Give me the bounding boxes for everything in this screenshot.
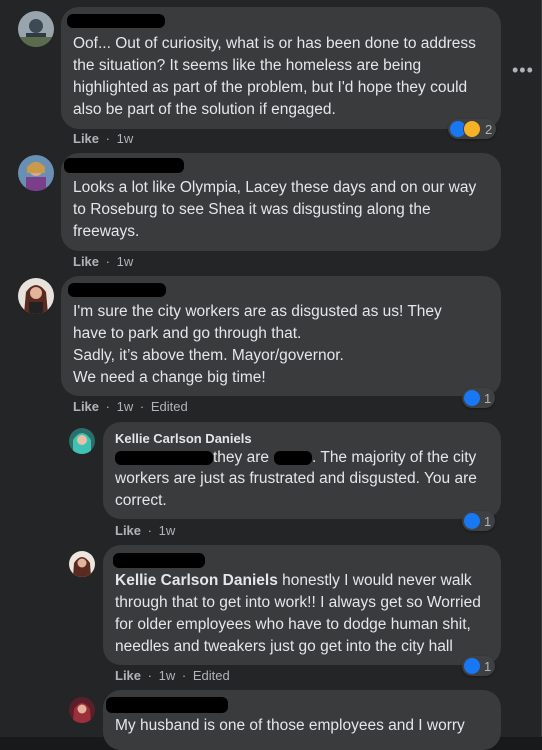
like-reaction-icon — [464, 658, 480, 674]
comment-text-line: correct. — [115, 492, 167, 509]
reaction-count: 2 — [485, 121, 493, 137]
avatar[interactable] — [18, 155, 54, 191]
comment-text-line: also be part of the solution if engaged. — [73, 101, 336, 118]
reaction-summary[interactable]: 1 — [462, 511, 496, 531]
comment-text-line: to Roseburg to see Shea it was disgustin… — [73, 201, 431, 218]
reply-text-fragment: . The majority of the city — [312, 449, 477, 466]
timestamp[interactable]: 1w — [117, 131, 134, 146]
like-reaction-icon — [464, 513, 480, 529]
more-options-icon[interactable]: ••• — [512, 60, 534, 81]
redacted-name — [274, 450, 313, 465]
timestamp[interactable]: 1w — [117, 399, 134, 414]
like-button[interactable]: Like — [73, 254, 99, 269]
reaction-summary[interactable]: 1 — [462, 656, 496, 676]
comment-text-line: have to park and go through that. — [73, 325, 302, 342]
comment-text-line: through that to get into work!! I always… — [115, 594, 481, 611]
mention-link[interactable]: Kellie Carlson Daniels — [115, 572, 278, 589]
reply-author-name[interactable]: Kellie Carlson Daniels — [115, 431, 252, 446]
like-button[interactable]: Like — [73, 399, 99, 414]
reply-text-fragment: honestly I would never walk — [277, 572, 472, 589]
redacted-author-name — [106, 697, 228, 713]
comment-text-line: workers are just as frustrated and disgu… — [115, 470, 477, 487]
timestamp[interactable]: 1w — [117, 254, 134, 269]
redacted-author-name — [68, 283, 166, 297]
like-button[interactable]: Like — [115, 668, 141, 683]
comment-actions: Like · 1w · Edited — [73, 399, 188, 414]
comment-actions: Like · 1w — [73, 131, 133, 146]
comment-text-line: freeways. — [73, 223, 140, 240]
comment-text-line: they are . The majority of the city — [115, 447, 476, 469]
separator: · — [147, 523, 152, 538]
separator: · — [105, 254, 110, 269]
separator: · — [105, 399, 110, 414]
comment-actions: Like · 1w · Edited — [115, 668, 230, 683]
separator: · — [105, 131, 110, 146]
comment-text-line: My husband is one of those employees and… — [115, 717, 465, 734]
edited-label[interactable]: Edited — [193, 668, 230, 683]
comment-text-line: for older employees who have to dodge hu… — [115, 616, 471, 633]
comment-text-line: Oof... Out of curiosity, what is or has … — [73, 35, 476, 52]
comment-text-line: Kellie Carlson Daniels honestly I would … — [115, 570, 472, 592]
comment-text-line: needles and tweakers just go get into th… — [115, 638, 453, 655]
separator: · — [181, 668, 187, 683]
comments-panel: Oof... Out of curiosity, what is or has … — [0, 0, 542, 750]
reaction-summary[interactable]: 2 — [448, 119, 497, 139]
edited-label[interactable]: Edited — [151, 399, 188, 414]
reaction-count: 1 — [484, 513, 492, 529]
comment-text-line: the situation? It seems like the homeles… — [73, 57, 422, 74]
avatar[interactable] — [69, 551, 95, 577]
redacted-mention — [115, 450, 213, 465]
reply-text-fragment: they are — [213, 449, 270, 466]
comment-text-line: I'm sure the city workers are as disgust… — [73, 303, 442, 320]
like-button[interactable]: Like — [115, 523, 141, 538]
like-button[interactable]: Like — [73, 131, 99, 146]
avatar[interactable] — [18, 278, 54, 314]
reaction-count: 1 — [484, 658, 492, 674]
redacted-author-name — [64, 158, 184, 173]
separator: · — [147, 668, 152, 683]
comment-actions: Like · 1w — [73, 254, 133, 269]
comment-text-line: Sadly, it’s above them. Mayor/governor. — [73, 347, 344, 364]
timestamp[interactable]: 1w — [159, 523, 176, 538]
avatar[interactable] — [69, 428, 95, 454]
avatar[interactable] — [18, 11, 54, 47]
redacted-author-name — [113, 553, 205, 568]
avatar[interactable] — [69, 697, 95, 723]
reaction-count: 1 — [484, 390, 492, 406]
haha-reaction-icon — [463, 120, 481, 138]
comment-text-line: highlighted as part of the problem, but … — [73, 79, 468, 96]
comment-text-line: We need a change big time! — [73, 369, 266, 386]
like-reaction-icon — [464, 390, 480, 406]
redacted-author-name — [67, 14, 165, 28]
comment-actions: Like · 1w — [115, 523, 175, 538]
reaction-summary[interactable]: 1 — [462, 388, 496, 408]
comment-text-line: Looks a lot like Olympia, Lacey these da… — [73, 179, 477, 196]
timestamp[interactable]: 1w — [159, 668, 176, 683]
separator: · — [139, 399, 145, 414]
